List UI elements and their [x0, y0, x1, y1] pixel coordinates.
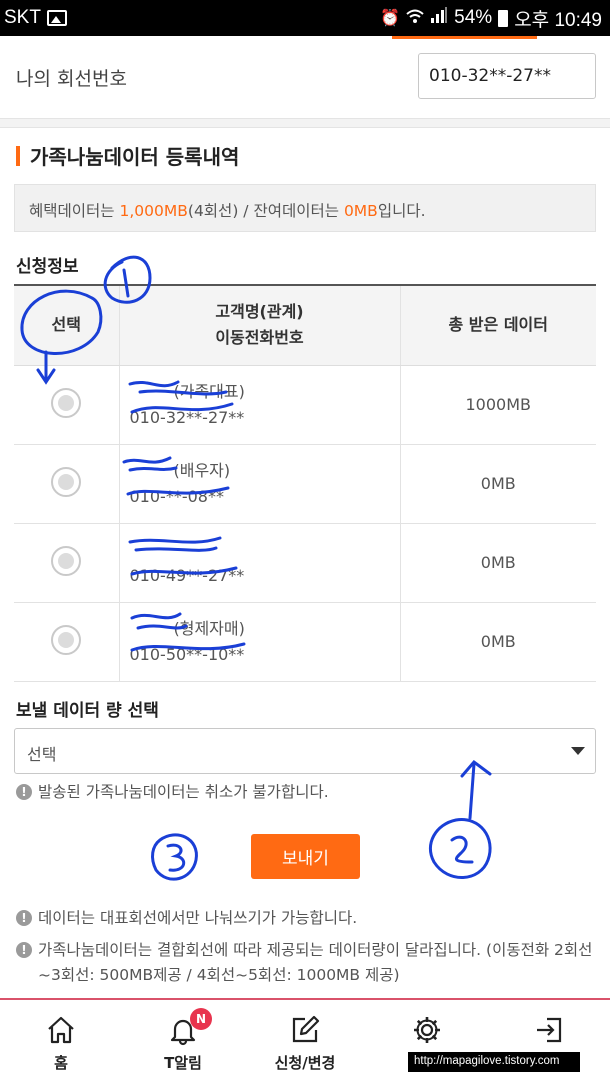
family-table: 선택 고객명(관계) 이동전화번호 총 받은 데이터 (가족대표) 010-32**… [14, 284, 596, 682]
nav-alerts[interactable]: N T알림 [122, 1000, 244, 1084]
member-phone: 010-32**-27** [129, 407, 245, 427]
member-data: 1000MB [399, 365, 596, 445]
select-radio[interactable] [51, 624, 82, 655]
member-phone: 010-**-08** [129, 486, 224, 506]
image-notification-icon [46, 10, 67, 26]
nav-label: 신청/변경 [274, 1054, 336, 1072]
nav-home[interactable]: 홈 [0, 1000, 122, 1084]
select-radio[interactable] [51, 545, 82, 576]
select-radio[interactable] [51, 387, 82, 418]
note-item: ! 데이터는 대표회선에서만 나눠쓰기가 가능합니다. [16, 906, 596, 931]
member-data: 0MB [399, 444, 596, 524]
header-name: 고객명(관계) [215, 302, 304, 322]
notification-badge: N [190, 1008, 212, 1030]
table-row: 010-49**-27** 0MB [14, 523, 596, 603]
member-name [130, 540, 174, 559]
status-bar: SKT ⏰ 54% 오후 10:49 [0, 0, 610, 36]
data-amount-select[interactable]: 선택 [14, 728, 596, 774]
info-icon: ! [16, 784, 32, 800]
alarm-icon: ⏰ [380, 10, 401, 27]
member-data: 0MB [399, 602, 596, 682]
title-accent-bar [16, 145, 20, 166]
info-icon: ! [16, 910, 32, 926]
member-name: (배우자) [173, 460, 231, 480]
select-radio[interactable] [51, 466, 82, 497]
home-icon [48, 1016, 74, 1044]
watermark: http://mapagilove.tistory.com [408, 1052, 580, 1072]
battery-icon [498, 9, 509, 27]
send-button[interactable]: 보내기 [251, 834, 360, 879]
table-header-row: 선택 고객명(관계) 이동전화번호 총 받은 데이터 [14, 284, 596, 366]
wifi-icon [406, 8, 424, 29]
my-line-label: 나의 회선번호 [16, 68, 127, 90]
my-line-row: 나의 회선번호 010-32**-27** [0, 40, 610, 118]
member-name: (가족대표) [173, 381, 245, 401]
send-amount-title: 보낼 데이터 량 선택 [16, 701, 159, 721]
benefit-count: (4회선) / 잔여데이터는 [187, 202, 344, 220]
member-phone: 010-50**-10** [129, 644, 245, 664]
gear-icon [414, 1017, 440, 1043]
section-divider [0, 118, 610, 128]
apply-info-title: 신청정보 [16, 257, 79, 277]
header-phone: 이동전화번호 [215, 328, 304, 348]
note-item: ! 가족나눔데이터는 결합회선에 따라 제공되는 데이터량이 달라집니다. (이… [16, 938, 596, 988]
battery-percent: 54% [454, 7, 493, 28]
select-value: 선택 [27, 745, 57, 764]
section-title: 가족나눔데이터 등록내역 [16, 141, 239, 170]
nav-label: 홈 [54, 1054, 68, 1072]
section-title-text: 가족나눔데이터 등록내역 [30, 145, 240, 169]
member-name: (형제자매) [173, 618, 245, 638]
header-data: 총 받은 데이터 [399, 284, 596, 366]
header-customer: 고객명(관계) 이동전화번호 [118, 284, 400, 366]
member-data: 0MB [399, 523, 596, 603]
note-text: 가족나눔데이터는 결합회선에 따라 제공되는 데이터량이 달라집니다. (이동전… [38, 941, 593, 984]
chevron-down-icon [571, 747, 585, 755]
carrier-label: SKT [4, 7, 41, 28]
nav-label: T알림 [164, 1054, 202, 1072]
benefit-prefix: 혜택데이터는 [29, 202, 120, 220]
table-row: (가족대표) 010-32**-27** 1000MB [14, 365, 596, 445]
clock: 오후 10:49 [514, 9, 602, 31]
scroll-indicator [392, 36, 537, 39]
table-row: (형제자매) 010-50**-10** 0MB [14, 602, 596, 682]
benefit-remaining: 0MB [343, 202, 378, 220]
benefit-summary: 혜택데이터는 1,000MB(4회선) / 잔여데이터는 0MB입니다. [14, 184, 596, 232]
signal-icon [430, 7, 448, 29]
note-text: 데이터는 대표회선에서만 나눠쓰기가 가능합니다. [38, 909, 358, 927]
cancel-notice-text: 발송된 가족나눔데이터는 취소가 불가합니다. [38, 783, 329, 801]
info-icon: ! [16, 942, 32, 958]
nav-apply-change[interactable]: 신청/변경 [244, 1000, 366, 1084]
edit-icon [292, 1015, 320, 1043]
member-phone: 010-49**-27** [129, 565, 245, 585]
my-line-field[interactable]: 010-32**-27** [418, 53, 596, 99]
benefit-amount: 1,000MB [119, 202, 188, 220]
cancel-notice: ! 발송된 가족나눔데이터는 취소가 불가합니다. [16, 780, 329, 805]
table-row: (배우자) 010-**-08** 0MB [14, 444, 596, 524]
header-select: 선택 [14, 284, 119, 366]
logout-icon [537, 1017, 562, 1043]
benefit-suffix: 입니다. [377, 202, 426, 220]
